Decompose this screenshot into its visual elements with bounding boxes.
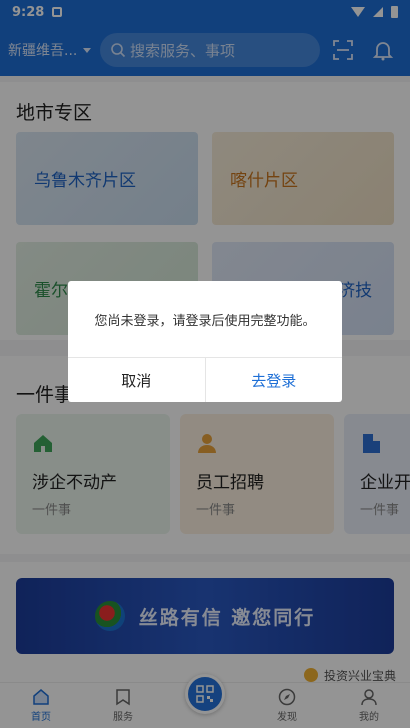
dialog-message: 您尚未登录，请登录后使用完整功能。 [68, 281, 342, 358]
cancel-button[interactable]: 取消 [68, 358, 206, 402]
login-dialog: 您尚未登录，请登录后使用完整功能。 取消 去登录 [68, 281, 342, 402]
login-button[interactable]: 去登录 [206, 358, 343, 402]
